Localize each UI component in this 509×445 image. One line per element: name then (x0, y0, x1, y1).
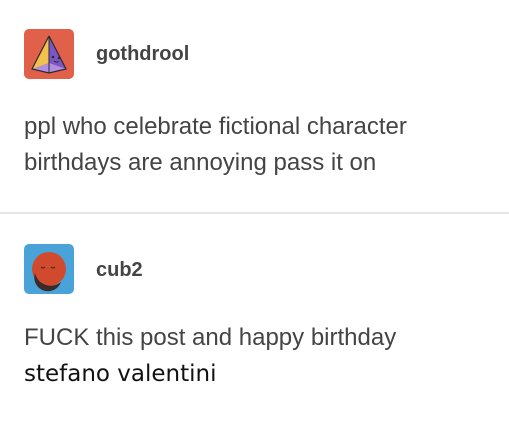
post-body-line: birthdays are annoying pass it on (24, 149, 377, 176)
sleeping-moon-icon (24, 244, 74, 294)
post-body-line: stefano valentini (24, 361, 217, 387)
post-body-line: FUCK this post and happy birthday (24, 324, 397, 351)
username[interactable]: cub2 (96, 258, 143, 282)
username[interactable]: gothdrool (96, 42, 189, 66)
post-body: ppl who celebrate fictional character bi… (24, 109, 494, 181)
avatar[interactable] (24, 244, 74, 294)
post-gothdrool: gothdrool ppl who celebrate fictional ch… (0, 0, 509, 213)
post-body-line: ppl who celebrate fictional character (24, 113, 407, 140)
avatar[interactable] (24, 29, 74, 79)
pyramid-face-icon (24, 29, 74, 79)
post-body: FUCK this post and happy birthday stefan… (24, 320, 494, 392)
post-cub2: cub2 FUCK this post and happy birthday s… (0, 214, 509, 445)
